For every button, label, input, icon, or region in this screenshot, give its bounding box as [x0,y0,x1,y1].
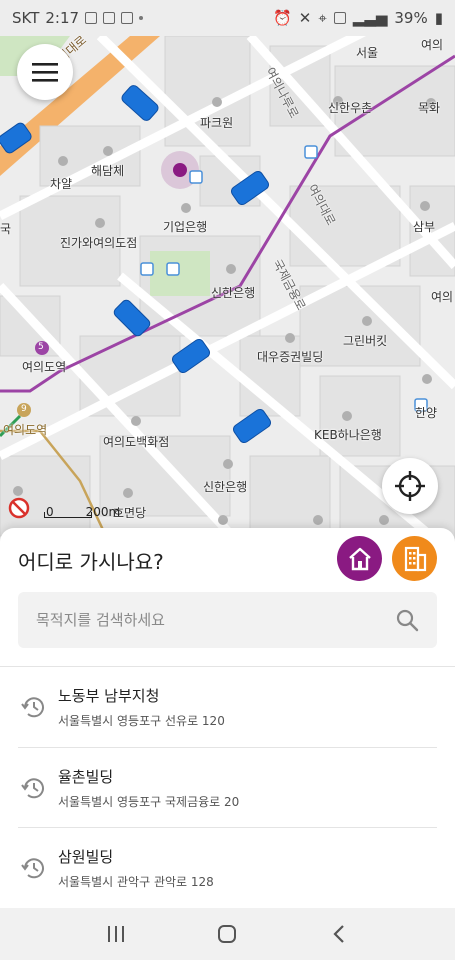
nav-home-icon [218,925,237,943]
map-label: 삼부 [413,220,436,234]
line9-badge: 9 [21,404,27,414]
back-button[interactable] [309,914,369,954]
location-icon: ⌖ [318,9,327,27]
work-shortcut-button[interactable] [392,536,437,581]
scale-bar [44,512,92,518]
my-location-button[interactable] [382,458,438,514]
recent-item-address: 서울특별시 영등포구 국제금융로 20 [58,795,240,809]
building-icon [404,546,426,571]
search-icon[interactable] [395,608,419,632]
map-label: 여의 [421,38,444,52]
signal-icon: ▂▃▅ [352,9,388,27]
map-label: 신한우촌 [328,101,373,115]
destination-search-bar[interactable] [18,592,437,648]
no-parking-icon [8,497,30,519]
alarm-icon: ⏰ [273,9,292,27]
home-shortcut-button[interactable] [337,536,382,581]
recent-item[interactable]: 삼원빌딩 서울특별시 관악구 관악로 128 [0,828,455,908]
map-label: 대우증권빌딩 [257,350,324,364]
recent-item-name: 율촌빌딩 [58,768,114,786]
destination-panel: 어디로 가시나요? 목적지를 검색하세요 노동부 남부지청 서울특별시 영등포구… [0,528,455,908]
map-label: 기업은행 [163,220,208,234]
map-label: 파크원 [200,116,234,130]
history-icon [21,697,44,718]
menu-button[interactable] [17,44,73,100]
destination-search-input[interactable] [36,611,395,629]
mute-icon: ✕ [298,9,312,27]
panel-title: 어디로 가시나요? [18,550,164,574]
map-label: 여의도역 [22,360,67,374]
recent-item-name: 노동부 남부지청 [58,687,160,705]
notification-icon [85,12,98,24]
carrier: SKT [12,9,40,27]
map-label: 국 [0,222,12,236]
mail-icon [121,12,134,24]
more-notifications-icon [139,16,144,20]
clock: 2:17 [45,9,80,27]
recent-item-address: 서울특별시 영등포구 선유로 120 [58,714,225,728]
system-nav-bar [0,908,455,960]
status-bar: SKT 2:17 ⏰ ✕ ⌖ ▂▃▅ 39% ▮ [0,0,455,36]
map-label: KEB하나은행 [314,428,382,442]
app-root: SKT 2:17 ⏰ ✕ ⌖ ▂▃▅ 39% ▮ 서울 여의 파크원 신한우촌 … [0,0,455,960]
hamburger-icon [32,63,58,82]
nav-home-button[interactable] [197,914,257,954]
history-icon [21,778,44,799]
recent-item[interactable]: 율촌빌딩 서울특별시 영등포구 국제금융로 20 [0,748,455,828]
battery-icon: ▮ [434,9,443,27]
recent-apps-button[interactable] [86,914,146,954]
map-label: 여의도백화점 [103,435,170,449]
crosshair-icon [395,471,425,501]
map-label: 한양 [415,406,438,420]
map-label: 여의도역 [3,423,48,437]
map-label: 차얄 [50,177,73,191]
recent-apps-icon [107,926,124,942]
map-label: 목화 [418,101,441,115]
home-icon [348,547,371,570]
line5-badge: 5 [38,342,44,352]
history-icon [21,858,44,879]
map-label: 그린버킷 [343,334,388,348]
image-icon [103,12,116,24]
map-label: 진가와여의도점 [60,236,138,250]
lte-icon [333,12,346,24]
recent-item-name: 삼원빌딩 [58,848,114,866]
map-label: 해담체 [91,164,125,178]
recent-item-address: 서울특별시 관악구 관악로 128 [58,875,214,889]
map-label: 신한은행 [211,286,256,300]
back-icon [333,925,344,943]
map-label: 여의 [431,290,454,304]
map-label: 서울 [356,46,379,60]
battery-text: 39% [394,9,428,27]
recent-item[interactable]: 노동부 남부지청 서울특별시 영등포구 선유로 120 [0,667,455,747]
map-label: 신한은행 [203,480,248,494]
